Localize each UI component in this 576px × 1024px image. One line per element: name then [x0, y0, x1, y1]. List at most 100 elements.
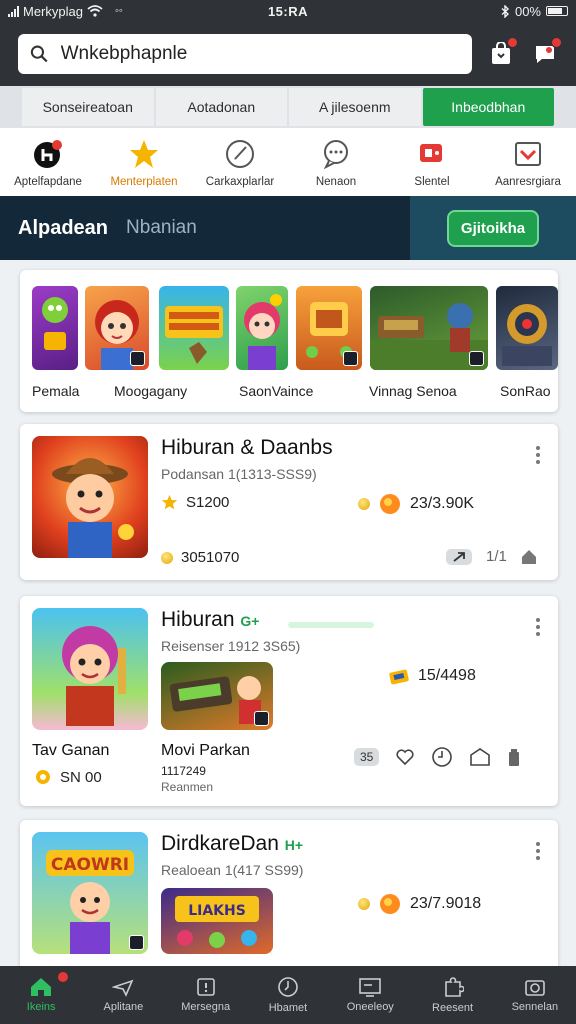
home-icon [31, 978, 52, 996]
nav-3[interactable]: Mersegna [165, 966, 247, 1024]
search-input[interactable] [60, 43, 460, 65]
category-4[interactable]: Nenaon [290, 138, 382, 188]
category-2[interactable]: Menterplaten [98, 138, 190, 188]
highlight-bar [288, 622, 374, 628]
messages-button[interactable] [530, 37, 562, 69]
art-logo-text-2: LIAKHS [188, 903, 246, 919]
section-title: Alpadean [18, 216, 109, 239]
app-badge-icon [32, 138, 64, 170]
featured-thumb-2[interactable] [85, 286, 149, 370]
category-label: Menterplaten [110, 176, 178, 188]
featured-thumb-5[interactable] [296, 286, 362, 370]
thumb-badge-icon [469, 351, 484, 366]
section-header: Alpadean Nbanian Gjitoikha [0, 196, 576, 260]
section-subtitle[interactable]: Nbanian [126, 217, 197, 239]
game-title-text: Hiburan [161, 608, 235, 631]
nav-home[interactable]: Ikeins [0, 966, 82, 1024]
puzzle-icon [444, 977, 464, 997]
featured-thumb-6[interactable] [370, 286, 488, 370]
search-box[interactable] [18, 34, 472, 74]
tab-4[interactable]: Inbeodbhan [422, 88, 554, 126]
status-time: 15:RA [267, 3, 309, 19]
nav-label: Oneeleoy [346, 1001, 394, 1013]
game-title-text: DirdkareDan [161, 832, 279, 855]
bottom-nav: Ikeins Aplitane Mersegna Hbamet Oneeleoy… [0, 966, 576, 1024]
game-art-2b [161, 662, 273, 730]
more-icon[interactable] [536, 842, 540, 860]
game-rating: S1200 [161, 494, 229, 511]
game-subtitle: Realoean 1(417 SS99) [161, 862, 304, 878]
category-row: Aptelfapdane Menterplaten Carkaxplarlar … [0, 128, 576, 196]
category-3[interactable]: Carkaxplarlar [194, 138, 286, 188]
clock-icon[interactable] [431, 746, 453, 768]
thumb-badge-icon [129, 935, 144, 950]
more-icon[interactable] [536, 618, 540, 636]
nav-label: Hbamet [268, 1002, 308, 1014]
game-title: DirdkareDan H+ [161, 832, 303, 856]
camera-icon [525, 980, 545, 996]
game-tag: G+ [240, 613, 260, 629]
home-icon[interactable] [521, 549, 537, 565]
category-5[interactable]: Slentel [386, 138, 478, 188]
game-count: 23/7.9018 [358, 892, 481, 916]
rating-value: S1200 [186, 494, 230, 511]
clock-icon [278, 977, 298, 997]
star-icon [161, 494, 178, 510]
notification-button[interactable] [486, 37, 518, 69]
category-label: Slentel [414, 176, 450, 188]
coin-icon [358, 898, 370, 910]
category-6[interactable]: Aanresrgiara [482, 138, 574, 188]
search-icon [30, 45, 48, 63]
nav-badge-dot [58, 972, 68, 982]
featured-strip: Pemala Moogagany SaonVaince Vinnag Senoa… [20, 270, 558, 412]
tab-3[interactable]: A jilesoenm [289, 88, 421, 126]
category-1[interactable]: Aptelfapdane [2, 138, 94, 188]
thumb-badge-icon [254, 711, 269, 726]
ticket-icon [389, 669, 409, 685]
left-value-text: SN 00 [60, 768, 102, 786]
coins-value: 3051070 [181, 549, 240, 566]
nav-label: Sennelan [511, 1001, 559, 1013]
featured-label-5: SonRao [500, 383, 551, 399]
featured-label-4: Vinnag Senoa [369, 383, 457, 399]
mid-name: Movi Parkan [161, 742, 250, 759]
nav-6[interactable]: Reesent [411, 966, 493, 1024]
game-subtitle: Reisenser 1912 3S65) [161, 638, 301, 654]
alert-box-icon [196, 978, 215, 996]
count-value: 23/7.9018 [410, 895, 482, 912]
featured-thumb-3[interactable] [159, 286, 229, 370]
game-card-3[interactable]: CAOWRI DirdkareDan H+ Realoean 1(417 SS9… [20, 820, 558, 980]
game-title: Hiburan G+ [161, 608, 259, 632]
game-card-2[interactable]: Hiburan G+ Reisenser 1912 3S65) 15/4498 … [20, 596, 558, 806]
nav-2[interactable]: Aplitane [82, 966, 164, 1024]
mid-label: Reanmen [161, 780, 214, 794]
badge-pill[interactable]: 35 [354, 748, 380, 766]
featured-thumb-1[interactable] [32, 286, 78, 370]
tab-1[interactable]: Sonseireatoan [22, 88, 154, 126]
nav-4[interactable]: Hbamet [247, 966, 329, 1024]
section-action-button[interactable]: Gjitoikha [446, 209, 540, 247]
nav-label: Reesent [432, 1002, 474, 1014]
featured-thumb-7[interactable] [496, 286, 558, 370]
featured-label-2: Moogagany [114, 383, 188, 399]
card-page: 1/1 [486, 548, 507, 565]
featured-thumb-4[interactable] [236, 286, 288, 370]
chat-bubble-icon [320, 138, 352, 170]
featured-label-1: Pemala [32, 383, 80, 399]
share-icon[interactable] [469, 747, 491, 767]
nav-label: Mersegna [181, 1001, 231, 1013]
heart-icon[interactable] [395, 747, 415, 767]
card-actions: 1/1 [446, 548, 537, 565]
nav-7[interactable]: Sennelan [494, 966, 576, 1024]
score-value: 15/4498 [418, 667, 476, 684]
more-icon[interactable] [536, 446, 540, 464]
game-card-1[interactable]: Hiburan & Daanbs Podansan 1(1313-SSS9) S… [20, 424, 558, 580]
trash-icon[interactable] [507, 747, 521, 767]
nav-5[interactable]: Oneeleoy [329, 966, 411, 1024]
tab-2[interactable]: Aotadonan [155, 88, 287, 126]
share-button[interactable] [446, 548, 472, 565]
compass-icon [224, 138, 256, 170]
inbox-check-icon [512, 138, 544, 170]
coin-icon [358, 498, 370, 510]
game-art-2 [32, 608, 148, 730]
